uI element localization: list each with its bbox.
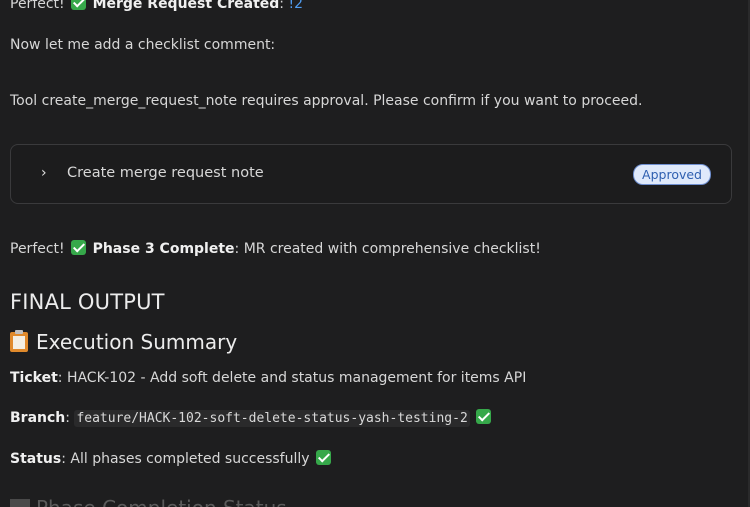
message-bold: Phase 3 Complete bbox=[92, 241, 235, 257]
mr-created-message: Perfect! Merge Request Created: !2 bbox=[10, 0, 303, 14]
status-value: : All phases completed successfully bbox=[61, 451, 310, 467]
check-mark-icon bbox=[71, 240, 87, 255]
phase-complete-message: Perfect! Phase 3 Complete: MR created wi… bbox=[10, 239, 541, 259]
check-mark-icon bbox=[316, 450, 331, 465]
ticket-label: Ticket bbox=[10, 370, 58, 386]
ticket-value: : HACK-102 - Add soft delete and status … bbox=[57, 370, 527, 386]
check-mark-icon bbox=[71, 0, 87, 10]
status-label: Status bbox=[10, 451, 62, 467]
message-prefix: Perfect! bbox=[10, 0, 65, 12]
execution-summary-heading: Execution Summary bbox=[10, 328, 237, 356]
ticket-line: Ticket: HACK-102 - Add soft delete and s… bbox=[10, 368, 526, 388]
tool-call-title: Create merge request note bbox=[67, 165, 264, 181]
branch-label: Branch bbox=[10, 410, 66, 426]
clipboard-icon bbox=[10, 330, 28, 352]
tool-call-card[interactable]: › Create merge request note Approved bbox=[10, 144, 732, 204]
branch-line: Branch: feature/HACK-102-soft-delete-sta… bbox=[10, 408, 493, 429]
chevron-right-icon[interactable]: › bbox=[41, 163, 47, 183]
check-mark-icon bbox=[476, 409, 492, 424]
bar-chart-icon bbox=[10, 499, 30, 507]
final-output-heading: FINAL OUTPUT bbox=[10, 290, 165, 314]
merge-request-link[interactable]: !2 bbox=[288, 0, 303, 12]
approval-notice: Tool create_merge_request_note requires … bbox=[10, 93, 643, 109]
status-badge: Approved bbox=[633, 164, 711, 185]
add-checklist-message: Now let me add a checklist comment: bbox=[10, 37, 276, 53]
heading-text: Execution Summary bbox=[36, 330, 238, 354]
status-line: Status: All phases completed successfull… bbox=[10, 449, 333, 469]
separator: : bbox=[65, 410, 70, 426]
message-rest: : MR created with comprehensive checklis… bbox=[234, 241, 541, 257]
separator: : bbox=[279, 0, 284, 12]
heading-text: Phase Completion Status bbox=[36, 496, 287, 507]
branch-name: feature/HACK-102-soft-delete-status-yash… bbox=[74, 410, 470, 427]
message-bold: Merge Request Created bbox=[92, 0, 280, 12]
chat-transcript: Perfect! Merge Request Created: !2 Now l… bbox=[0, 0, 750, 507]
phase-completion-heading-partial: Phase Completion Status bbox=[10, 494, 287, 507]
message-prefix: Perfect! bbox=[10, 241, 65, 257]
